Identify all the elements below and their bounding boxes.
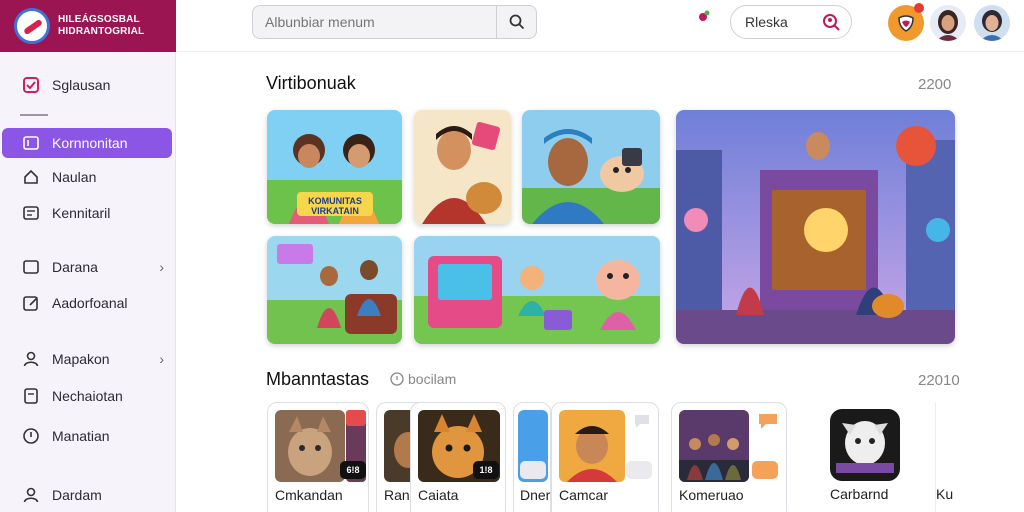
sidebar-item-label: Manatian bbox=[52, 428, 110, 444]
featured-tile-2[interactable] bbox=[414, 110, 511, 224]
sidebar-item-6[interactable]: Mapakon › bbox=[2, 344, 172, 374]
app-name: Dner bbox=[520, 487, 551, 503]
edit-icon bbox=[22, 294, 40, 312]
app-card[interactable]: 6!8 Cmkandan bbox=[267, 402, 369, 512]
app-card[interactable]: Carbarnd bbox=[823, 402, 913, 512]
sidebar-item-7[interactable]: Nechaiotan bbox=[2, 381, 172, 411]
notification-icon[interactable] bbox=[698, 10, 710, 22]
app-card[interactable]: Komeruao bbox=[671, 402, 787, 512]
app-thumbnail bbox=[679, 410, 749, 482]
sidebar-item-label: Kornnonitan bbox=[52, 135, 128, 151]
user-icon bbox=[22, 486, 40, 504]
app-name: Carbarnd bbox=[830, 486, 889, 502]
avatar-2[interactable] bbox=[974, 5, 1010, 41]
featured-tile-caption: KOMUNITAS VIRKATAIN bbox=[308, 196, 362, 216]
sidebar-item-2[interactable]: Naulan bbox=[2, 162, 172, 192]
chat-icon bbox=[759, 414, 777, 429]
list-icon bbox=[22, 204, 40, 222]
app-badge: 6!8 bbox=[340, 461, 366, 479]
sidebar-item-label: Nechaiotan bbox=[52, 388, 123, 404]
app-badge bbox=[626, 461, 652, 479]
search-box bbox=[252, 5, 537, 39]
logo-text-line2: HIDRANTOGRIAL bbox=[58, 26, 145, 37]
app-card[interactable]: 1!8 Caiata bbox=[410, 402, 506, 512]
featured-tile-4[interactable] bbox=[267, 236, 402, 344]
chevron-right-icon: › bbox=[159, 259, 164, 275]
sidebar-item-label: Darana bbox=[52, 259, 98, 275]
profile-search-chip[interactable]: Rleska bbox=[730, 5, 852, 39]
app-name: Ku bbox=[936, 486, 954, 502]
app-tag bbox=[346, 410, 366, 426]
sidebar-item-5[interactable]: Aadorfoanal bbox=[2, 288, 172, 318]
sidebar-item-label: Aadorfoanal bbox=[52, 295, 128, 311]
logo-icon bbox=[14, 8, 50, 44]
app-thumbnail bbox=[830, 409, 900, 481]
app-name: Ran bbox=[384, 487, 410, 503]
sidebar-item-label: Naulan bbox=[52, 169, 97, 185]
app-name: Komeruao bbox=[679, 487, 744, 503]
apps-subtitle: bocilam bbox=[390, 371, 456, 387]
chevron-right-icon: › bbox=[159, 351, 164, 367]
checkbox-icon bbox=[22, 76, 40, 94]
app-card[interactable]: Ku bbox=[935, 402, 956, 512]
apps-count: 22010 bbox=[918, 372, 960, 389]
sidebar-item-label: Dardam bbox=[52, 487, 102, 503]
home-icon bbox=[22, 168, 40, 186]
sidebar-item-4[interactable]: Darana › bbox=[2, 252, 172, 282]
app-thumbnail bbox=[559, 410, 625, 482]
user-search-icon bbox=[823, 14, 840, 31]
search-icon bbox=[509, 14, 524, 30]
featured-tile-3[interactable] bbox=[522, 110, 660, 224]
featured-title: Virtibonuak bbox=[266, 73, 356, 93]
sidebar-item-label: Sglausan bbox=[52, 77, 111, 93]
sidebar: HILEÁGSOSBAL HIDRANTOGRIAL Sglausan Korn… bbox=[0, 0, 176, 512]
notification-badge bbox=[914, 3, 924, 13]
info-icon bbox=[22, 427, 40, 445]
sidebar-item-0[interactable]: Sglausan bbox=[2, 70, 172, 100]
top-bar: Rleska bbox=[176, 0, 1024, 52]
app-badge: 1!8 bbox=[473, 461, 499, 479]
featured-tile-1[interactable]: KOMUNITAS VIRKATAIN bbox=[267, 110, 402, 224]
app-logo[interactable]: HILEÁGSOSBAL HIDRANTOGRIAL bbox=[0, 0, 176, 52]
app-badge bbox=[752, 461, 778, 479]
app-name: Cmkandan bbox=[275, 487, 343, 503]
app-card[interactable]: Dner bbox=[513, 402, 551, 512]
logo-text-line1: HILEÁGSOSBAL bbox=[58, 14, 140, 25]
app-badge bbox=[520, 461, 546, 479]
app-name: Camcar bbox=[559, 487, 609, 503]
sidebar-item-8[interactable]: Manatian bbox=[2, 421, 172, 451]
search-button[interactable] bbox=[496, 6, 536, 38]
featured-count: 2200 bbox=[918, 76, 952, 93]
featured-tile-5[interactable] bbox=[414, 236, 660, 344]
document-icon bbox=[22, 387, 40, 405]
sidebar-item-label: Kennitaril bbox=[52, 205, 111, 221]
app-name: Caiata bbox=[418, 487, 459, 503]
folder-icon bbox=[22, 258, 40, 276]
featured-tile-hero[interactable] bbox=[676, 110, 955, 344]
search-input[interactable] bbox=[253, 6, 496, 38]
sidebar-item-label: Mapakon bbox=[52, 351, 110, 367]
user-icon bbox=[22, 350, 40, 368]
chip-label: Rleska bbox=[745, 14, 788, 30]
shield-icon bbox=[898, 15, 914, 32]
sidebar-item-1[interactable]: Kornnonitan bbox=[2, 128, 172, 158]
avatar-1[interactable] bbox=[930, 5, 966, 41]
app-thumbnail bbox=[275, 410, 345, 482]
info-icon bbox=[390, 372, 404, 386]
sidebar-item-9[interactable]: Dardam bbox=[2, 480, 172, 510]
sidebar-item-3[interactable]: Kennitaril bbox=[2, 198, 172, 228]
window-icon bbox=[22, 134, 40, 152]
apps-title: Mbanntastas bbox=[266, 369, 370, 389]
chat-icon bbox=[635, 415, 649, 428]
app-card[interactable]: Camcar bbox=[551, 402, 659, 512]
sidebar-divider bbox=[20, 114, 48, 116]
